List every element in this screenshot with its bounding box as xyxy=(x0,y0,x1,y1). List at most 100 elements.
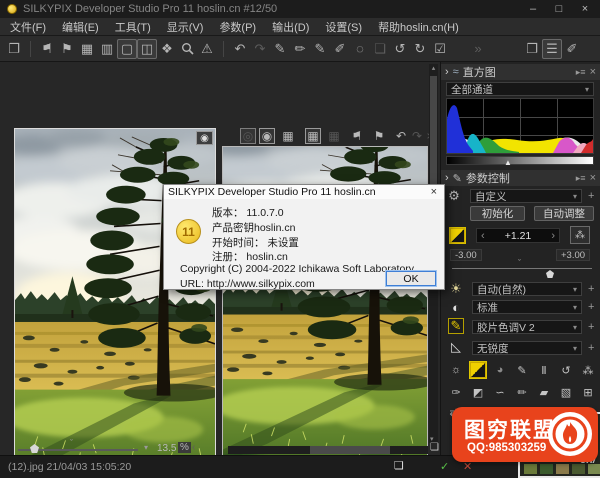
settings-tool-icon[interactable]: ⁂ xyxy=(580,362,596,378)
menu-view[interactable]: 显示(V) xyxy=(159,19,212,35)
image-status-icon[interactable]: ❏ xyxy=(394,459,404,472)
spot-tool-icon[interactable]: ✑ xyxy=(448,384,464,400)
exposure-icon[interactable] xyxy=(449,227,466,244)
preview-before-pane[interactable]: ◉ xyxy=(14,128,216,478)
add-sharpness-icon[interactable]: + xyxy=(588,342,594,354)
exposure-tool-icon[interactable] xyxy=(469,361,487,379)
panel-close-icon[interactable]: × xyxy=(590,172,596,184)
menu-file[interactable]: 文件(F) xyxy=(2,19,54,35)
more-tools-icon[interactable]: » xyxy=(468,39,488,59)
menu-settings[interactable]: 设置(S) xyxy=(317,19,370,35)
initialize-button[interactable]: 初始化 xyxy=(470,206,525,221)
flag-right-icon[interactable]: ⚑ xyxy=(57,39,77,59)
ok-button[interactable]: OK xyxy=(385,270,437,287)
compare-layout-icon[interactable]: ▦ xyxy=(280,128,296,144)
exposure-slider-track[interactable] xyxy=(452,268,592,269)
histogram-header[interactable]: › ≈ 直方图 ▸≡ × xyxy=(441,64,600,80)
level-slider-handle[interactable]: ▲ xyxy=(504,158,512,167)
crop-tool-icon[interactable]: ⊞ xyxy=(580,384,596,400)
compare-undo-icon[interactable]: ↶ xyxy=(393,128,409,144)
menu-help[interactable]: 帮助hoslin.cn(H) xyxy=(370,19,467,35)
zoom-prev-icon[interactable]: ‹ xyxy=(192,442,195,453)
close-button[interactable]: × xyxy=(574,2,596,16)
zoom-dropdown-icon[interactable]: ▾ xyxy=(144,443,148,452)
lasso-icon[interactable]: ◌ xyxy=(350,39,370,59)
gear-icon[interactable]: ⚙ xyxy=(446,188,462,204)
fisheye-tool-icon[interactable]: ∽ xyxy=(492,384,508,400)
vertical-scroll-thumb[interactable] xyxy=(430,76,437,186)
preset-select[interactable]: 自定义 ▾ xyxy=(470,189,582,203)
pencil-tool-icon[interactable]: ✏ xyxy=(514,384,530,400)
retouch-pen-icon[interactable]: ✎ xyxy=(270,39,290,59)
shapes-tool-icon[interactable]: ▧ xyxy=(558,384,574,400)
menu-tools[interactable]: 工具(T) xyxy=(107,19,159,35)
accept-icon[interactable]: ✓ xyxy=(440,460,449,473)
rotate-right-icon[interactable]: ↻ xyxy=(410,39,430,59)
flag-left-icon[interactable]: ⚑ xyxy=(37,39,57,59)
dual-view-icon[interactable]: ◫ xyxy=(137,38,157,59)
add-contrast-icon[interactable]: + xyxy=(588,301,594,313)
contrast-select[interactable]: 标准 ▾ xyxy=(472,300,582,314)
collapse-icon[interactable]: › xyxy=(445,172,449,184)
undock-icon[interactable]: ▸≡ xyxy=(576,67,586,78)
text-tool-icon[interactable]: Ⅱ xyxy=(536,362,552,378)
copy-settings-icon[interactable]: ❐ xyxy=(522,39,542,59)
level-gradient-slider[interactable] xyxy=(446,156,594,165)
brightness-tool-icon[interactable]: ☼ xyxy=(448,362,464,378)
redo-icon[interactable]: ↷ xyxy=(250,39,270,59)
add-preset-icon[interactable]: + xyxy=(588,190,594,202)
brush-icon[interactable]: ✏ xyxy=(290,39,310,59)
thumbnail-view-icon[interactable]: ▦ xyxy=(77,39,97,59)
maximize-button[interactable]: □ xyxy=(548,2,570,16)
add-wb-icon[interactable]: + xyxy=(588,283,594,295)
add-film-tone-icon[interactable]: + xyxy=(588,321,594,333)
rotate-tool-icon[interactable]: ↺ xyxy=(558,362,574,378)
menu-output[interactable]: 输出(D) xyxy=(264,19,317,35)
undock-icon[interactable]: ▸≡ xyxy=(576,173,586,184)
burn-pen-icon[interactable]: ✐ xyxy=(330,39,350,59)
range-min-box[interactable]: -3.00 xyxy=(450,249,482,261)
exposure-increment-icon[interactable]: › xyxy=(551,230,555,242)
parameters-header[interactable]: › ✎ 参数控制 ▸≡ × xyxy=(441,170,600,186)
magnifier-icon[interactable] xyxy=(177,39,197,59)
compare-grid-selected-icon[interactable]: ▦ xyxy=(305,128,321,144)
compare-mark-after-icon[interactable]: ◉ xyxy=(259,128,275,144)
horizontal-scroll-thumb[interactable] xyxy=(310,446,390,454)
white-balance-select[interactable]: 自动(自然) ▾ xyxy=(472,282,582,296)
warning-icon[interactable]: ⚠ xyxy=(197,39,217,59)
pane-mode-icon[interactable]: ◉ xyxy=(196,131,213,145)
layers-icon[interactable]: ❏ xyxy=(370,39,390,59)
export-icon[interactable]: ❐ xyxy=(4,39,24,59)
eraser-tool-icon[interactable]: ✐ xyxy=(562,39,582,59)
dialog-close-icon[interactable]: × xyxy=(428,186,440,198)
pane-corner-icon[interactable]: ❏ xyxy=(430,442,439,453)
dialog-title-bar[interactable]: SILKYPIX Developer Studio Pro 11 hoslin.… xyxy=(164,185,444,199)
fullscreen-icon[interactable]: ❖ xyxy=(157,39,177,59)
rotate-left-icon[interactable]: ↺ xyxy=(390,39,410,59)
compare-mark-before-icon[interactable]: ◎ xyxy=(240,128,256,144)
combo-view-icon[interactable]: ▥ xyxy=(97,39,117,59)
menu-parameters[interactable]: 参数(P) xyxy=(211,19,264,35)
minimize-button[interactable]: – xyxy=(522,2,544,16)
auto-adjust-button[interactable]: 自动调整 xyxy=(534,206,594,221)
tone-curve-tool-icon[interactable]: ✎ xyxy=(514,362,530,378)
undo-icon[interactable]: ↶ xyxy=(230,39,250,59)
range-max-box[interactable]: +3.00 xyxy=(556,249,591,261)
collapse-icon[interactable]: › xyxy=(445,66,449,78)
compare-grid-icon[interactable]: ▦ xyxy=(326,128,342,144)
compare-flag-left-icon[interactable]: ⚑ xyxy=(349,128,365,144)
menu-edit[interactable]: 编辑(E) xyxy=(54,19,107,35)
control-panel-icon[interactable]: ☰ xyxy=(542,38,562,59)
dodge-pen-icon[interactable]: ✎ xyxy=(310,39,330,59)
single-view-icon[interactable]: ▢ xyxy=(117,38,137,59)
auto-exposure-button[interactable]: ⁂ xyxy=(570,226,590,244)
checkbox-icon[interactable]: ☑ xyxy=(430,39,450,59)
panel-close-icon[interactable]: × xyxy=(590,66,596,78)
gradient-tool-icon[interactable]: ◩ xyxy=(470,384,486,400)
sharpness-select[interactable]: 无锐度 ▾ xyxy=(472,341,582,355)
scroll-up-icon[interactable]: ▴ xyxy=(432,65,436,72)
film-tone-select[interactable]: 胶片色调V 2 ▾ xyxy=(472,320,582,334)
eraser-grid-icon[interactable]: ▰ xyxy=(536,384,552,400)
channel-select[interactable]: 全部通道 ▾ xyxy=(446,82,594,96)
compare-flag-right-icon[interactable]: ⚑ xyxy=(371,128,387,144)
